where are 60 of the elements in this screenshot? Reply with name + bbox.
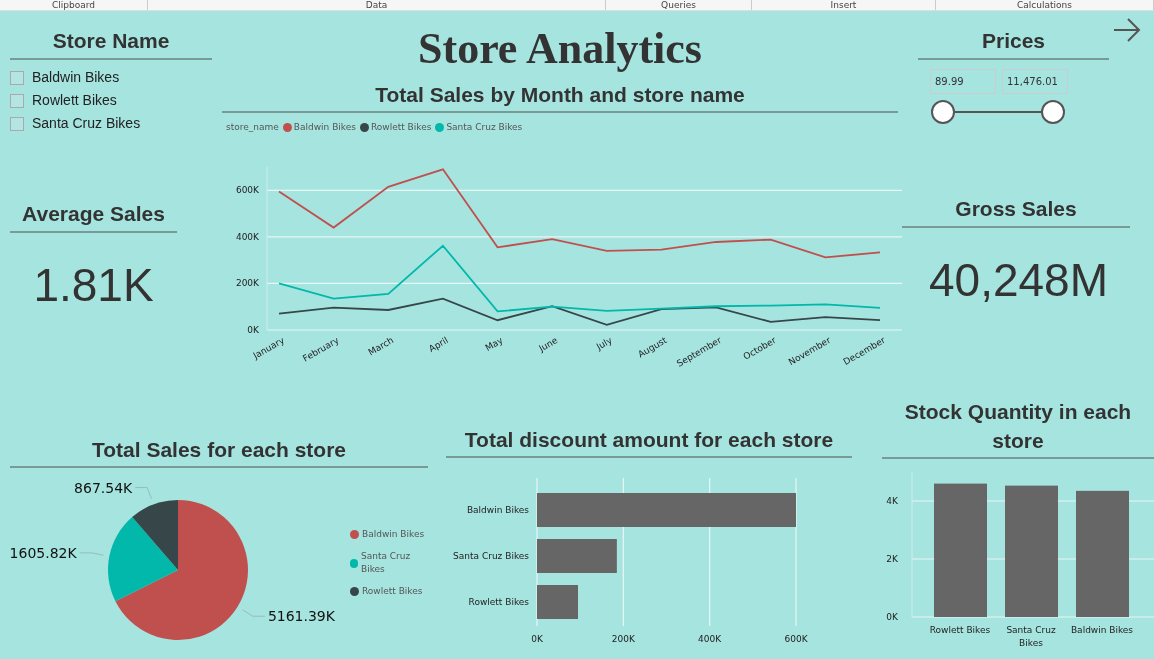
ribbon-group-label: Clipboard [52,0,95,10]
visual-title: Total discount amount for each store [464,428,834,451]
axis-label: 400K [698,634,722,644]
store-checkbox-item[interactable]: Baldwin Bikes [10,67,222,88]
ribbon-group-label: Insert [830,0,857,10]
axis-label: Rowlett Bikes [468,597,529,607]
bar [537,585,578,619]
min-price-field[interactable]: 89.99 [930,69,996,94]
dashboard-title: Store Analytics [418,23,702,75]
visual-title: Gross Sales [955,197,1077,220]
legend-label: Santa Cruz Bikes [446,121,523,134]
checkbox[interactable] [10,116,24,131]
max-price-field[interactable]: 11,476.01 [1002,69,1068,94]
arrow-right-icon[interactable] [1112,17,1142,43]
visual-title: Prices [981,29,1046,52]
kpi-value: 1.81K [32,258,155,313]
axis-label: July [594,334,614,352]
slider-handle[interactable] [1041,100,1065,124]
visual-title: Average Sales [22,202,165,225]
ribbon-group-label: Data [365,0,388,10]
axis-label: 4K [886,496,898,506]
data-label: 5161.39K [267,608,335,625]
slider-handle[interactable] [931,100,955,124]
axis-label: May [483,334,505,353]
legend-label: Baldwin Bikes [293,121,356,134]
visual-title: Total Sales by Month and store name [375,83,745,106]
axis-label: 600K [784,634,808,644]
checkbox[interactable] [10,70,24,85]
axis-label: 400K [235,231,259,242]
visual-title: Stock Quantity in each store [904,400,1132,452]
ribbon-group-label: Calculations [1017,0,1072,10]
leader-line [134,487,152,500]
axis-label: 0K [886,612,898,622]
data-label: 867.54K [74,479,133,496]
store-checkbox-item[interactable]: Rowlett Bikes [10,90,222,111]
axis-label: Santa Cruz Bikes [453,551,529,561]
legend-label: Rowlett Bikes [370,121,432,134]
visual-title: Store Name [52,29,170,52]
axis-label: Rowlett Bikes [929,625,991,635]
legend-label: Santa Cruz Bikes [360,549,412,576]
legend-label: Baldwin Bikes [362,528,425,541]
data-label: 1605.82K [10,544,77,561]
legend-title: store_name [226,121,279,134]
store-checkbox-item[interactable]: Santa Cruz Bikes [10,113,222,134]
axis-label: Baldwin Bikes [466,505,529,515]
axis-label: Santa Cruz Bikes [1006,625,1056,648]
ribbon-group-label: Queries [661,0,696,10]
axis-label: 0K [247,324,259,335]
axis-label: Baldwin Bikes [1070,625,1134,635]
axis-label: 200K [611,634,635,644]
axis-label: 2K [886,554,898,564]
price-range-slider[interactable] [931,100,1065,124]
kpi-value: 40,248M [928,253,1109,308]
visual-title: Total Sales for each store [92,438,346,461]
leader-line [242,609,266,617]
axis-label: 0K [531,634,543,644]
axis-label: 600K [235,184,259,195]
axis-label: 200K [235,277,259,288]
checkbox[interactable] [10,93,24,108]
legend-label: Rowlett Bikes [362,584,423,598]
